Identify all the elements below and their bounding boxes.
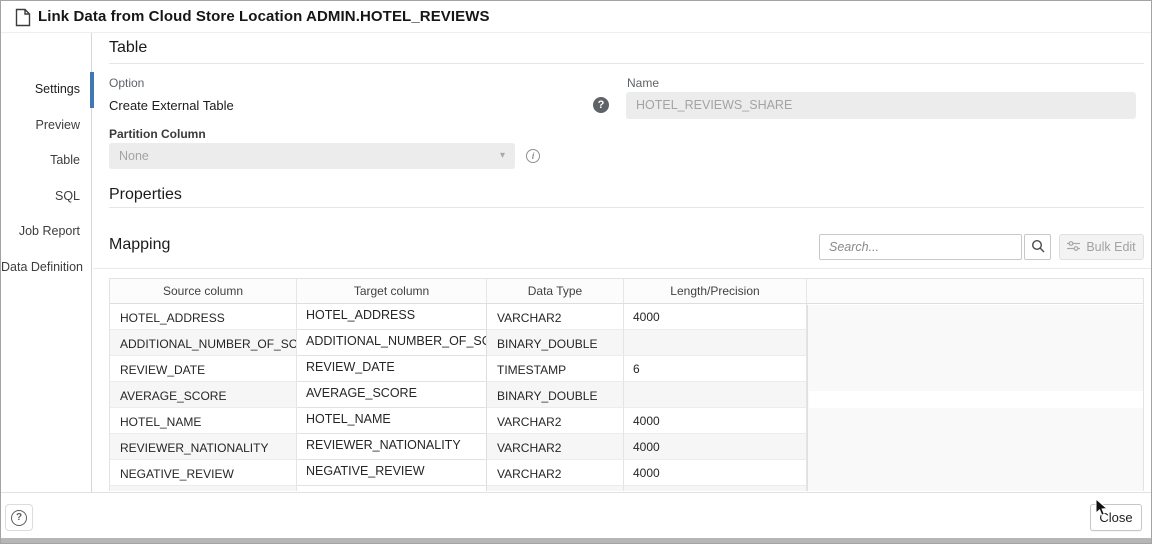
sidebar-step-label: Data Definition [1, 260, 83, 274]
data-type-cell[interactable]: BINARY_DOUBLE [487, 382, 624, 408]
properties-section-heading: Properties [109, 186, 182, 203]
sidebar-step-job-report[interactable]: Job Report [1, 220, 91, 242]
partition-column-label: Partition Column [109, 127, 206, 141]
table-empty-band [809, 391, 1143, 408]
data-type-cell[interactable]: VARCHAR2 [487, 434, 624, 460]
wizard-step-sidebar: Settings Preview Table SQL Job Report Da… [1, 33, 94, 492]
sidebar-step-data-definition[interactable]: Data Definition [1, 256, 91, 278]
target-column-cell[interactable]: REVIEWER_NATIONALITY [297, 434, 487, 460]
length-precision-cell[interactable] [624, 486, 807, 491]
data-type-cell[interactable]: VARCHAR2 [487, 408, 624, 434]
data-type-cell[interactable]: BINARY_DOUBLE [487, 330, 624, 356]
window-bottom-band [1, 538, 1151, 543]
mapping-table-header: Source column Target column Data Type Le… [110, 279, 1143, 304]
search-icon [1031, 239, 1045, 256]
target-column-cell[interactable]: NEGATIVE_REVIEW [297, 460, 487, 486]
partition-info-icon[interactable]: i [526, 149, 540, 163]
source-column-cell [110, 486, 297, 491]
source-column-cell: ADDITIONAL_NUMBER_OF_SCORING [110, 330, 297, 356]
sidebar-step-label: Settings [34, 82, 80, 96]
dialog-title: Link Data from Cloud Store Location ADMI… [38, 8, 490, 25]
length-precision-cell[interactable]: 4000 [624, 460, 807, 486]
link-data-dialog: Link Data from Cloud Store Location ADMI… [0, 0, 1152, 544]
option-help-icon[interactable]: ? [593, 97, 609, 113]
dialog-footer: ? Close [1, 492, 1151, 538]
document-icon [15, 8, 31, 32]
table-empty-region [807, 305, 1143, 491]
dialog-titlebar: Link Data from Cloud Store Location ADMI… [1, 1, 1151, 33]
sidebar-step-table[interactable]: Table [1, 149, 91, 171]
column-header-length[interactable]: Length/Precision [624, 279, 807, 303]
target-column-cell[interactable]: HOTEL_ADDRESS [297, 304, 487, 330]
length-precision-cell[interactable]: 4000 [624, 434, 807, 460]
column-header-target[interactable]: Target column [297, 279, 487, 303]
sidebar-step-settings[interactable]: Settings [1, 72, 94, 108]
table-section-divider [109, 63, 1144, 64]
search-button[interactable] [1024, 234, 1051, 260]
mapping-table: Source column Target column Data Type Le… [109, 278, 1144, 491]
source-column-cell: NEGATIVE_REVIEW [110, 460, 297, 486]
length-precision-cell[interactable]: 4000 [624, 304, 807, 330]
source-column-cell: REVIEWER_NATIONALITY [110, 434, 297, 460]
data-type-cell[interactable]: VARCHAR2 [487, 460, 624, 486]
partition-column-value: None [119, 149, 149, 163]
option-label: Option [109, 76, 145, 90]
source-column-cell: HOTEL_NAME [110, 408, 297, 434]
column-header-source[interactable]: Source column [110, 279, 297, 303]
target-column-cell[interactable]: AVERAGE_SCORE [297, 382, 487, 408]
chevron-down-icon: ▾ [499, 150, 505, 161]
help-button[interactable]: ? [5, 504, 33, 531]
column-header-filler [807, 279, 1143, 303]
length-precision-cell[interactable] [624, 330, 807, 356]
partition-column-select: None ▾ [109, 143, 515, 169]
mapping-search-input[interactable] [819, 234, 1022, 260]
column-header-datatype[interactable]: Data Type [487, 279, 624, 303]
source-column-cell: AVERAGE_SCORE [110, 382, 297, 408]
table-section-heading: Table [109, 39, 148, 56]
source-column-cell: REVIEW_DATE [110, 356, 297, 382]
sidebar-step-sql[interactable]: SQL [1, 185, 91, 207]
target-column-cell[interactable]: REVIEW_DATE [297, 356, 487, 382]
data-type-cell[interactable]: TIMESTAMP [487, 356, 624, 382]
sidebar-step-preview[interactable]: Preview [1, 114, 91, 136]
length-precision-cell[interactable]: 4000 [624, 408, 807, 434]
bulk-edit-button[interactable]: Bulk Edit [1059, 234, 1144, 260]
help-icon: ? [11, 509, 27, 526]
data-type-cell[interactable]: VARCHAR2 [487, 304, 624, 330]
sliders-icon [1067, 240, 1081, 255]
target-column-cell[interactable]: ADDITIONAL_NUMBER_OF_SCORING [297, 330, 487, 356]
sidebar-step-label: SQL [54, 189, 80, 203]
target-column-cell[interactable]: REVIEW_TOTAL_NEGATIVE_WOR [297, 486, 487, 491]
data-type-cell[interactable] [487, 486, 624, 491]
bulk-edit-label: Bulk Edit [1086, 240, 1136, 254]
mapping-section-heading: Mapping [109, 236, 171, 253]
target-column-cell[interactable]: HOTEL_NAME [297, 408, 487, 434]
close-button[interactable]: Close [1090, 504, 1142, 531]
length-precision-cell[interactable] [624, 382, 807, 408]
mapping-toolbar-divider [93, 268, 1151, 269]
name-input: HOTEL_REVIEWS_SHARE [626, 92, 1136, 119]
length-precision-cell[interactable]: 6 [624, 356, 807, 382]
sidebar-step-label: Preview [35, 118, 80, 132]
name-label: Name [627, 76, 660, 90]
option-value: Create External Table [109, 98, 234, 113]
source-column-cell: HOTEL_ADDRESS [110, 304, 297, 330]
properties-section-divider [109, 207, 1144, 208]
sidebar-step-label: Job Report [18, 224, 80, 238]
sidebar-step-label: Table [50, 153, 80, 167]
